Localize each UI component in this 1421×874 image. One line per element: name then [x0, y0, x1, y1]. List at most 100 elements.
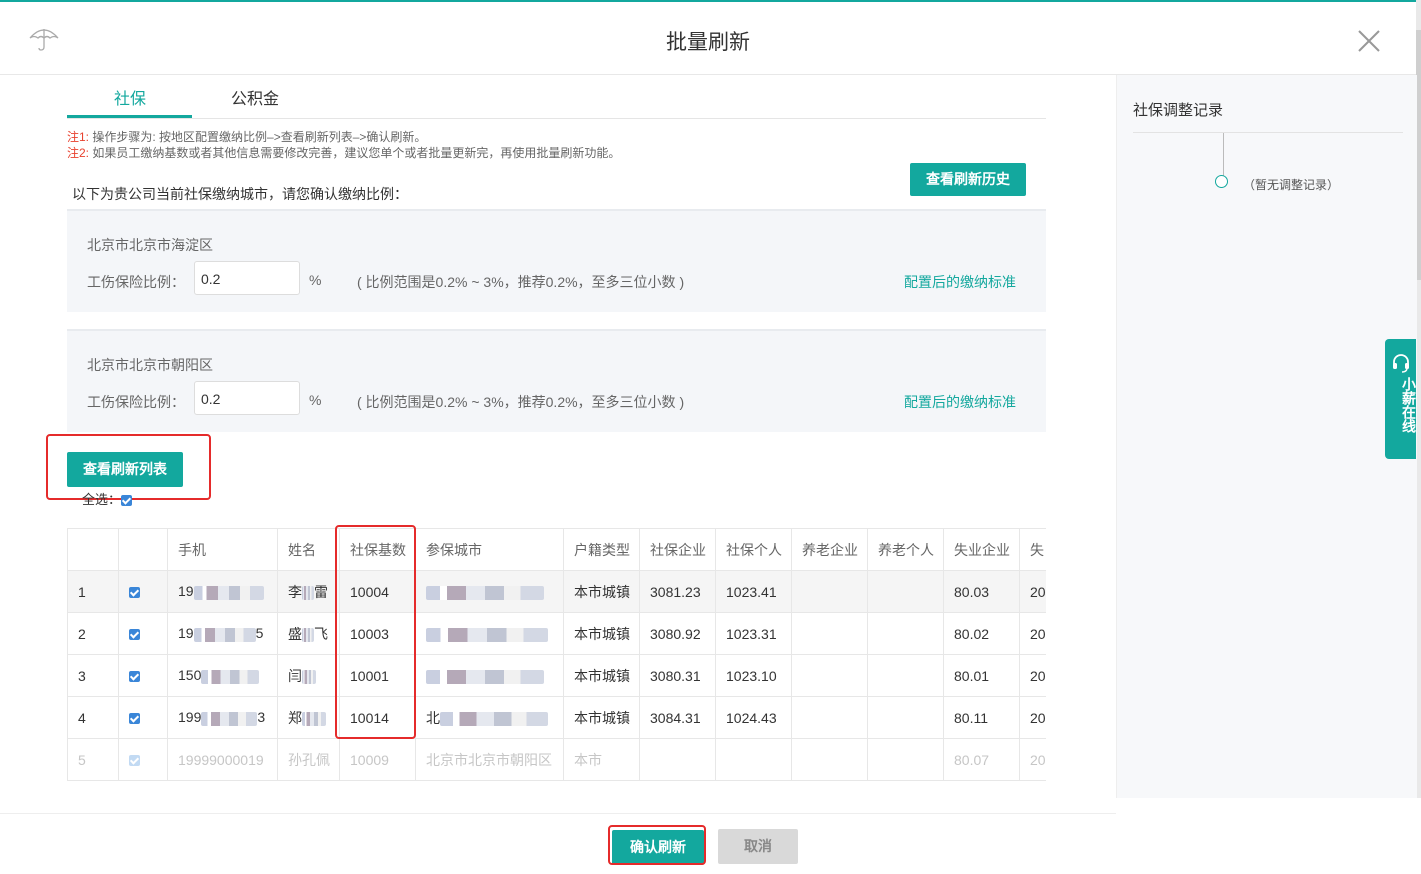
pension-corp-cell	[791, 654, 868, 697]
phone-cell: 19999000019	[167, 738, 278, 781]
intro-text: 以下为贵公司当前社保缴纳城市，请您确认缴纳比例：	[72, 186, 408, 202]
online-service-label: 小薪在线	[1401, 377, 1417, 433]
header-unemployment-corp[interactable]: 失业企业	[943, 528, 1020, 571]
record-title: 社保调整记录	[1133, 102, 1224, 119]
ratio-label: 工伤保险比例：	[87, 274, 185, 290]
standard-link[interactable]: 配置后的缴纳标准	[904, 272, 1016, 292]
header-more[interactable]: 失	[1019, 528, 1046, 571]
header-check	[118, 528, 168, 571]
unemployment-corp-cell: 80.11	[943, 696, 1020, 739]
social-personal-cell	[715, 738, 792, 781]
name-first: 郑	[288, 709, 302, 726]
header-household-type[interactable]: 户籍类型	[563, 528, 640, 571]
online-service-button[interactable]: 小薪在线	[1385, 339, 1417, 459]
header-base[interactable]: 社保基数	[339, 528, 416, 571]
adjustment-record-panel: 社保调整记录 （暂无调整记录）	[1116, 75, 1417, 798]
pension-corp-cell	[791, 612, 868, 655]
social-personal-cell: 1023.31	[715, 612, 792, 655]
tab-bar: 社保 公积金	[67, 75, 1046, 119]
name-cell: 盛飞	[277, 612, 340, 655]
view-refresh-list-button[interactable]: 查看刷新列表	[67, 452, 183, 487]
pension-corp-cell	[791, 696, 868, 739]
base-cell: 10014	[339, 696, 416, 739]
tab-housing-fund[interactable]: 公积金	[231, 85, 279, 109]
redacted-name	[302, 627, 314, 642]
redacted-phone	[193, 627, 256, 642]
household-type-cell: 本市城镇	[563, 612, 640, 655]
header-social-corp[interactable]: 社保企业	[639, 528, 716, 571]
row-checkbox[interactable]	[129, 629, 140, 641]
row-checkbox-cell[interactable]	[118, 570, 168, 613]
header-phone[interactable]: 手机	[167, 528, 278, 571]
dialog-title: 批量刷新	[666, 31, 750, 54]
row-checkbox-cell[interactable]	[118, 696, 168, 739]
city-cell	[415, 612, 564, 655]
phone-suffix: 5	[255, 625, 264, 642]
header-pension-corp[interactable]: 养老企业	[791, 528, 868, 571]
pension-personal-cell	[867, 654, 944, 697]
row-index: 5	[67, 738, 119, 781]
note-2-prefix: 注2:	[67, 146, 90, 160]
header-name[interactable]: 姓名	[277, 528, 340, 571]
row-checkbox[interactable]	[129, 671, 140, 683]
note-1-prefix: 注1:	[67, 130, 90, 144]
row-checkbox[interactable]	[129, 713, 140, 725]
row-checkbox[interactable]	[129, 755, 140, 767]
name-first: 盛	[288, 625, 302, 642]
header-social-personal[interactable]: 社保个人	[715, 528, 792, 571]
social-corp-cell: 3084.31	[639, 696, 716, 739]
headset-icon	[1393, 354, 1409, 373]
ratio-input[interactable]: 0.2	[194, 381, 300, 415]
confirm-refresh-button[interactable]: 确认刷新	[612, 830, 704, 865]
row-checkbox-cell[interactable]	[118, 654, 168, 697]
row-checkbox-cell[interactable]	[118, 738, 168, 781]
social-corp-cell: 3081.23	[639, 570, 716, 613]
redacted-city	[426, 669, 544, 684]
table-row[interactable]: 3 150 闫 10001 本市城镇 3080.31 1023.10 80.01…	[67, 654, 1046, 697]
close-icon[interactable]	[1356, 28, 1382, 54]
household-type-cell: 本市	[563, 738, 640, 781]
more-cell: 20	[1019, 654, 1046, 697]
header-pension-personal[interactable]: 养老个人	[867, 528, 944, 571]
view-history-button[interactable]: 查看刷新历史	[910, 163, 1026, 196]
city-cell: 北京市北京市朝阳区	[415, 738, 564, 781]
table-row[interactable]: 1 19 李雷 10004 本市城镇 3081.23 1023.41 80.03…	[67, 570, 1046, 613]
redacted-city	[426, 585, 544, 600]
note-2: 注2: 如果员工缴纳基数或者其他信息需要修改完善，建议您单个或者批量更新完，再使…	[67, 145, 620, 161]
row-index: 1	[67, 570, 119, 613]
table-row[interactable]: 5 19999000019 孙孔佩 10009 北京市北京市朝阳区 本市 80.…	[67, 738, 1046, 781]
note-1: 注1: 操作步骤为: 按地区配置缴纳比例–>查看刷新列表–>确认刷新。	[67, 129, 620, 145]
more-cell: 20	[1019, 612, 1046, 655]
base-cell: 10009	[339, 738, 416, 781]
city-prefix: 北	[426, 709, 440, 726]
unemployment-corp-cell: 80.03	[943, 570, 1020, 613]
select-all-label: 全选：	[82, 492, 122, 507]
timeline-dot-icon	[1215, 175, 1228, 188]
pension-personal-cell	[867, 696, 944, 739]
standard-link[interactable]: 配置后的缴纳标准	[904, 392, 1016, 412]
row-checkbox[interactable]	[129, 587, 140, 599]
phone-cell: 150	[167, 654, 278, 697]
social-corp-cell	[639, 738, 716, 781]
dialog-footer: 确认刷新 取消	[0, 813, 1116, 874]
header-city[interactable]: 参保城市	[415, 528, 564, 571]
refresh-table: 手机 姓名 社保基数 参保城市 户籍类型 社保企业 社保个人 养老企业 养老个人…	[67, 528, 1046, 798]
household-type-cell: 本市城镇	[563, 570, 640, 613]
cancel-button[interactable]: 取消	[718, 829, 798, 864]
row-index: 2	[67, 612, 119, 655]
phone-prefix: 199	[178, 709, 202, 726]
phone-cell: 19 5	[167, 612, 278, 655]
ratio-input[interactable]: 0.2	[194, 261, 300, 295]
table-row[interactable]: 4 199 3 郑 10014 北 本市城镇 3084.31 1024.43 80…	[67, 696, 1046, 739]
social-personal-cell: 1024.43	[715, 696, 792, 739]
tab-social-insurance[interactable]: 社保	[114, 85, 146, 109]
base-cell: 10001	[339, 654, 416, 697]
select-all-checkbox[interactable]	[121, 495, 133, 507]
table-row[interactable]: 2 19 5 盛飞 10003 本市城镇 3080.92 1023.31 80.0…	[67, 612, 1046, 655]
city-card: 北京市北京市海淀区 工伤保险比例： 0.2 % ( 比例范围是0.2% ~ 3%…	[67, 209, 1046, 312]
ratio-hint: ( 比例范围是0.2% ~ 3%，推荐0.2%，至多三位小数 )	[357, 394, 685, 410]
timeline-line	[1223, 133, 1224, 177]
name-last: 飞	[314, 625, 328, 642]
row-checkbox-cell[interactable]	[118, 612, 168, 655]
redacted-phone	[193, 585, 264, 600]
